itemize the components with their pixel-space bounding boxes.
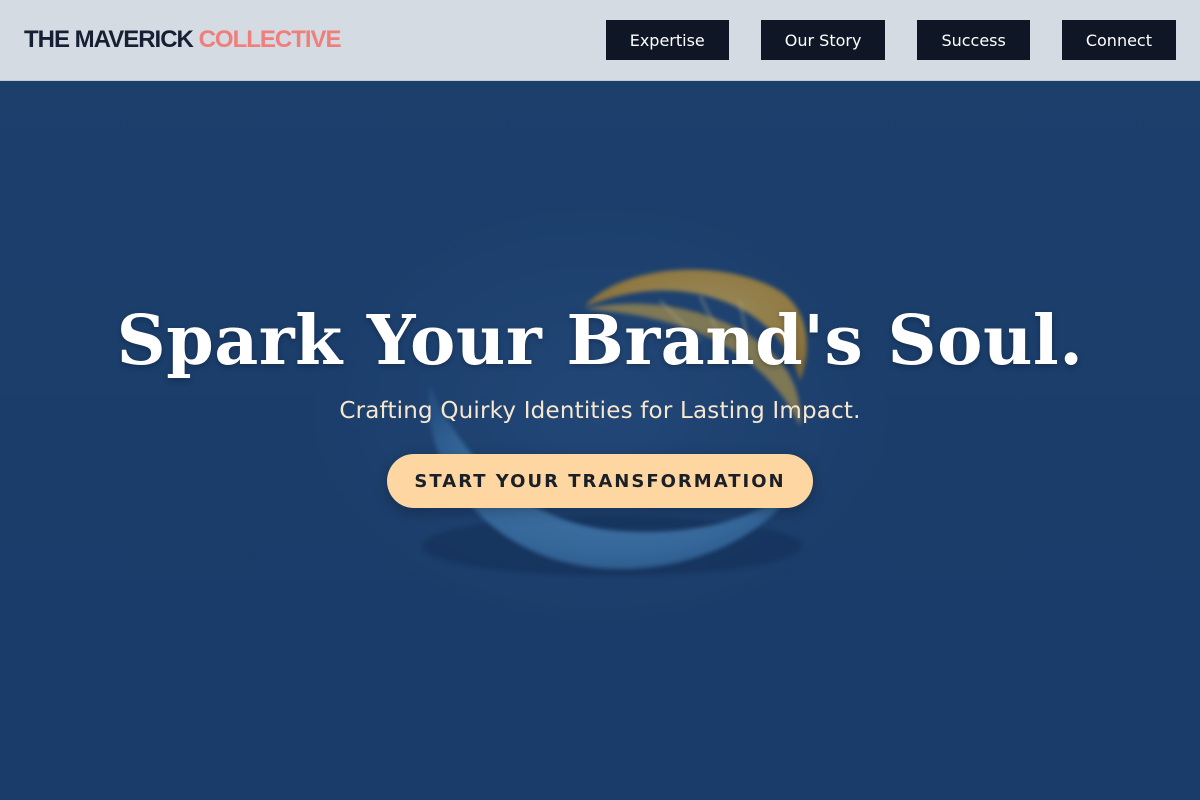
- site-header: THE MAVERICK COLLECTIVE Expertise Our St…: [0, 0, 1200, 81]
- logo-primary-text: THE MAVERICK: [24, 26, 194, 53]
- nav-success-button[interactable]: Success: [917, 20, 1030, 60]
- nav-expertise-button[interactable]: Expertise: [605, 20, 729, 60]
- hero-tagline: Crafting Quirky Identities for Lasting I…: [339, 398, 861, 424]
- start-transformation-button[interactable]: START YOUR TRANSFORMATION: [387, 454, 813, 508]
- hero-section: Spark Your Brand's Soul. Crafting Quirky…: [0, 81, 1200, 800]
- hero-content: Spark Your Brand's Soul. Crafting Quirky…: [0, 296, 1200, 508]
- hero-headline: Spark Your Brand's Soul.: [116, 301, 1084, 381]
- main-nav: Expertise Our Story Success Connect: [605, 20, 1176, 60]
- nav-our-story-button[interactable]: Our Story: [760, 20, 886, 60]
- logo-accent-text: COLLECTIVE: [198, 26, 342, 53]
- site-logo[interactable]: THE MAVERICK COLLECTIVE: [24, 26, 342, 54]
- nav-connect-button[interactable]: Connect: [1061, 20, 1176, 60]
